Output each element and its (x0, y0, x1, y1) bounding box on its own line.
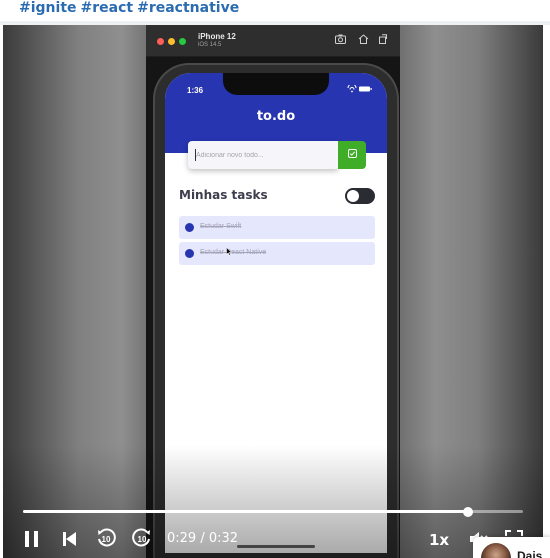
skip-previous-icon-arrow (66, 532, 76, 546)
rewind-icon: 10 (98, 528, 116, 547)
screenshot-icon (333, 34, 347, 48)
author-name: Dais (517, 549, 543, 558)
section-title: Minhas tasks (179, 188, 268, 202)
phone-notch (223, 73, 329, 95)
previous-button[interactable] (61, 529, 81, 549)
rotate-icon (376, 34, 390, 48)
simulator-device-name: iPhone 12 (198, 32, 236, 41)
page-gutter (543, 25, 550, 558)
dark-mode-toggle[interactable] (345, 188, 375, 204)
playback-speed-button[interactable]: 1x (429, 531, 449, 549)
simulator-titlebar: iPhone 12 iOS 14.5 (146, 25, 400, 57)
task-item[interactable]: Estudar React Native (179, 242, 375, 265)
task-label: Estudar React Native (200, 249, 267, 256)
rewind-seconds: 10 (102, 535, 111, 544)
progress-fill (23, 510, 468, 513)
new-todo-input-wrapper[interactable] (188, 141, 338, 169)
task-done-marker[interactable] (185, 223, 194, 232)
author-card[interactable]: Dais (473, 537, 550, 558)
task-label: Estudar Swift (200, 223, 242, 230)
forward-seconds: 10 (138, 535, 147, 544)
status-icons (347, 83, 373, 95)
time-display: 0:29 / 0:32 (167, 531, 238, 546)
add-todo-button[interactable] (338, 141, 366, 169)
status-time: 1:36 (187, 86, 204, 95)
time-separator: / (200, 531, 205, 546)
new-todo-input[interactable] (188, 141, 338, 169)
hashtag-link[interactable]: #ignite (19, 0, 77, 16)
toggle-knob (347, 190, 359, 202)
task-item[interactable]: Estudar Swift (179, 216, 375, 239)
maximize-window-icon (179, 38, 186, 45)
pause-icon-bar (34, 531, 38, 547)
home-icon (356, 34, 370, 48)
current-time: 0:29 (167, 531, 197, 546)
text-caret (195, 149, 196, 161)
pause-icon (25, 531, 29, 547)
progress-thumb[interactable] (463, 506, 473, 517)
home-indicator (237, 545, 315, 548)
simulator-os-version: iOS 14.5 (198, 42, 222, 48)
progress-bar[interactable] (23, 506, 523, 517)
task-done-marker[interactable] (185, 249, 194, 258)
rewind-10-button[interactable]: 10 (95, 527, 117, 549)
hashtag-link[interactable]: #react (81, 0, 134, 16)
close-window-icon (157, 38, 164, 45)
check-icon (347, 149, 357, 158)
forward-10-button[interactable]: 10 (131, 527, 153, 549)
app-logo: to.do (256, 109, 296, 124)
controls-gradient (3, 445, 543, 558)
forward-icon: 10 (132, 528, 150, 547)
hashtag-link[interactable]: #reactnative (137, 0, 239, 16)
duration: 0:32 (208, 531, 239, 546)
minimize-window-icon (168, 38, 175, 45)
author-avatar[interactable] (481, 543, 511, 558)
mouse-pointer-icon (226, 246, 233, 258)
pause-button[interactable] (21, 528, 43, 550)
video-player[interactable]: iPhone 12 iOS 14.5 1:36 to.do Adicionar … (3, 25, 543, 558)
hashtag-list: #ignite #react #reactnative (19, 0, 243, 20)
